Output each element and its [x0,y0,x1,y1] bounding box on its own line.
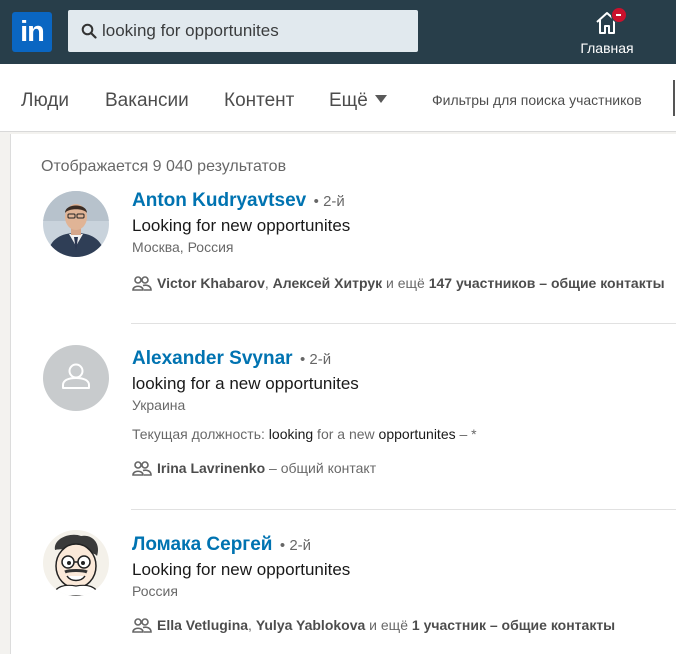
filter-bar-edge [673,80,675,116]
current-match-2: opportunites [378,426,456,442]
search-input[interactable] [102,10,402,52]
shared-sep: , [264,275,273,291]
result-divider [131,509,676,510]
global-nav: in Главная [0,0,676,64]
profile-headline: Looking for new opportunites [132,560,351,579]
current-text-1: for a new [313,426,379,442]
shared-name-2: Yulya Yablokova [255,617,366,633]
profile-headline: Looking for new opportunites [132,216,351,235]
result-name-line: Ломака Сергей • 2-й [132,534,311,558]
shared-sep: , [248,617,256,633]
shared-name-1: Ella Vetlugina [157,617,249,633]
shared-tail: – общие контакты [535,275,665,291]
shared-name-1: Irina Lavrinenko [157,460,266,476]
linkedin-logo[interactable]: in [12,12,52,52]
profile-location: Украина [132,397,186,413]
nav-home[interactable]: Главная [574,6,640,60]
shared-mid: и ещё [382,275,429,291]
shared-tail: – общий контакт [265,460,377,476]
profile-name-link[interactable]: Ломака Сергей [132,534,272,555]
profile-location: Москва, Россия [132,239,234,255]
tab-jobs[interactable]: Вакансии [105,90,189,112]
shared-more: 1 участник [411,617,486,633]
connection-degree: • 2-й [299,351,332,368]
result-name-line: Anton Kudryavtsev • 2-й [132,190,345,214]
current-position: Текущая должность: looking for a new opp… [132,426,477,442]
results-count: Отображается 9 040 результатов [41,158,287,175]
connection-degree: • 2-й [279,537,312,554]
search-filter-bar: Люди Вакансии Контент Ещё Фильтры для по… [0,64,676,132]
people-icon [132,618,152,633]
people-filters-link[interactable]: Фильтры для поиска участников [432,92,642,108]
tab-more-label: Ещё [329,90,368,111]
shared-connections[interactable]: Ella Vetlugina, Yulya Yablokova и ещё 1 … [132,617,615,633]
caret-down-icon [374,95,387,103]
shared-mid: и ещё [365,617,412,633]
current-prefix: Текущая должность: [132,426,269,442]
profile-name-link[interactable]: Alexander Svynar [132,348,293,369]
shared-tail: – общие контакты [485,617,616,633]
profile-name-link[interactable]: Anton Kudryavtsev [132,190,306,211]
shared-connections[interactable]: Irina Lavrinenko – общий контакт [132,460,376,476]
profile-photo [43,191,109,257]
search-icon [81,23,97,39]
ghost-person-icon [43,345,109,411]
shared-name-2: Алексей Хитрук [272,275,383,291]
connection-degree: • 2-й [313,193,345,210]
search-results-card: Отображается 9 040 результатов Anton Kud… [10,134,676,654]
shared-connections[interactable]: Victor Khabarov, Алексей Хитрук и ещё 14… [132,275,665,291]
caricature-photo [43,530,109,596]
avatar[interactable] [43,345,109,411]
tab-more[interactable]: Ещё [329,90,387,112]
people-icon [132,461,152,476]
shared-name-1: Victor Khabarov [157,275,265,291]
search-box[interactable] [68,10,418,52]
notification-badge [611,7,627,23]
result-name-line: Alexander Svynar • 2-й [132,348,331,372]
avatar[interactable] [43,530,109,596]
result-divider [131,323,676,324]
nav-home-label: Главная [580,40,634,56]
profile-headline: looking for a new opportunites [132,374,359,393]
avatar[interactable] [43,191,109,257]
tab-people[interactable]: Люди [21,90,69,112]
current-text-2: – * [455,426,477,442]
current-match-1: looking [268,426,314,442]
tab-content[interactable]: Контент [224,90,294,112]
people-icon [132,276,152,291]
shared-more: 147 участников [428,275,536,291]
profile-location: Россия [132,583,178,599]
